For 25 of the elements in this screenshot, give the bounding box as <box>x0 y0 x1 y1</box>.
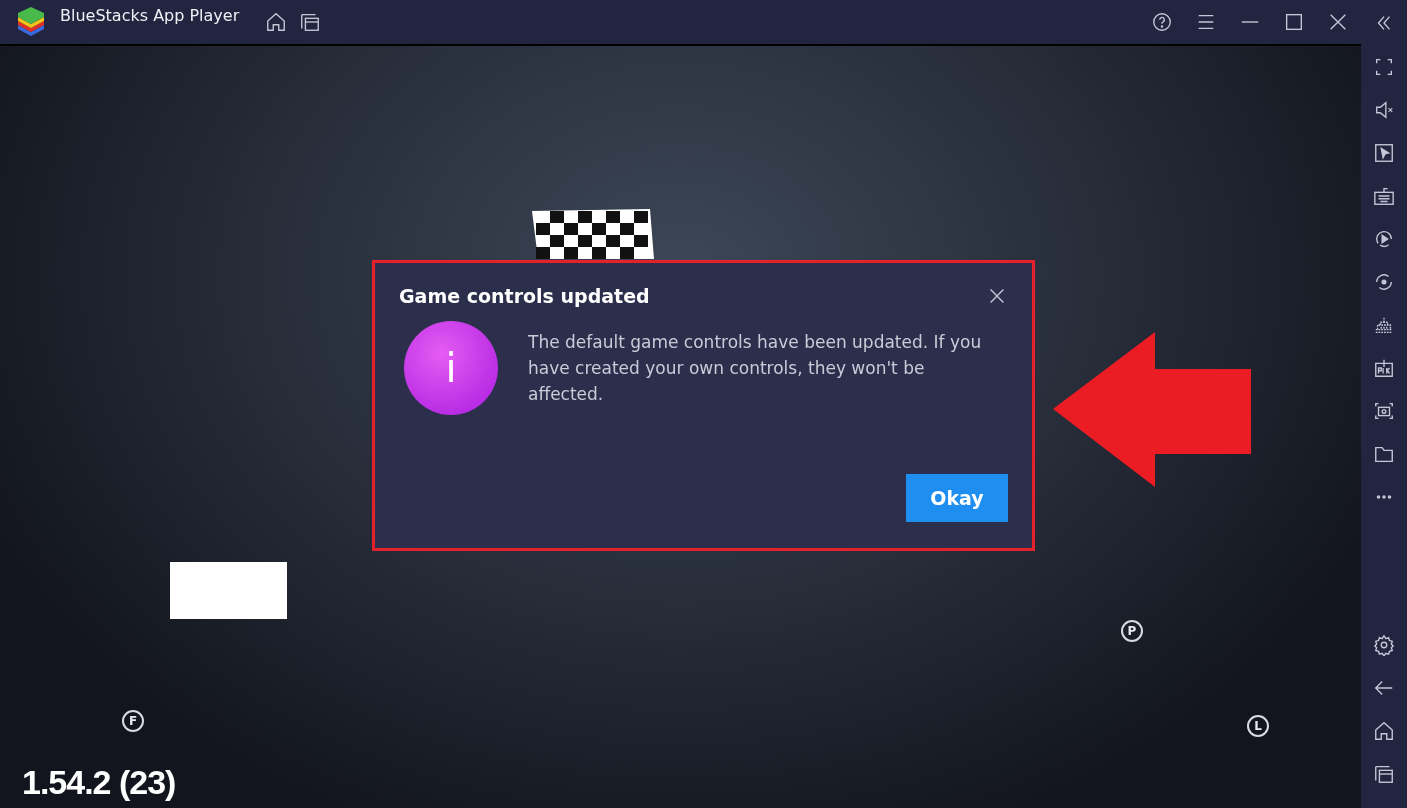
settings-icon[interactable] <box>1373 634 1395 656</box>
maximize-icon[interactable] <box>1283 11 1305 33</box>
keyboard-icon[interactable] <box>1373 185 1395 207</box>
dialog-title: Game controls updated <box>399 285 650 307</box>
home-icon[interactable] <box>265 11 288 33</box>
cursor-icon[interactable] <box>1373 142 1395 164</box>
screenshot-icon[interactable] <box>1373 400 1395 422</box>
key-marker: P <box>1121 620 1143 642</box>
recent-apps-icon[interactable] <box>299 11 322 33</box>
apk-install-icon[interactable] <box>1373 357 1395 379</box>
rotate-icon[interactable] <box>1373 271 1395 293</box>
volume-mute-icon[interactable] <box>1373 99 1395 121</box>
dialog-message: The default game controls have been updated. If you have created your own controls, they won't be affected. <box>528 331 983 406</box>
key-marker: F <box>122 710 144 732</box>
pointer-arrow-icon <box>1053 332 1251 487</box>
recent-apps-icon[interactable] <box>1373 763 1395 785</box>
info-icon: i <box>404 321 498 415</box>
home-icon[interactable] <box>1373 720 1395 742</box>
play-circle-icon[interactable] <box>1373 228 1395 250</box>
help-icon[interactable] <box>1151 11 1173 33</box>
version-label: 1.54.2 (23) <box>22 763 176 802</box>
okay-button[interactable]: Okay <box>906 474 1008 522</box>
key-marker: L <box>1247 715 1269 737</box>
window-title: BlueStacks App Player <box>60 5 240 25</box>
fullscreen-icon[interactable] <box>1373 56 1395 78</box>
